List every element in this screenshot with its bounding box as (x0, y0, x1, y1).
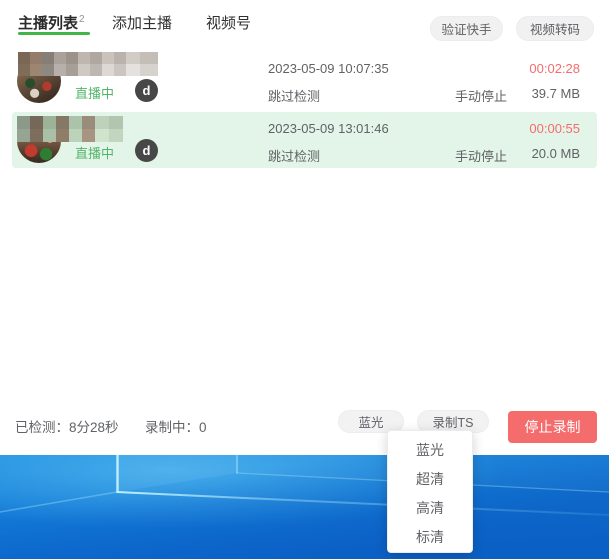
censored-streamer-name (18, 52, 158, 76)
platform-d-icon[interactable]: d (135, 139, 158, 162)
tab-add-streamer[interactable]: 添加主播 (112, 12, 172, 33)
active-tab-underline (18, 32, 90, 35)
tab-add-streamer-label: 添加主播 (112, 15, 172, 32)
tab-count-badge: 2 (79, 14, 85, 25)
detected-time-status: 已检测：8分28秒 (15, 416, 119, 436)
dropdown-item-blu-ray[interactable]: 蓝光 (388, 435, 472, 464)
record-start-time: 2023-05-09 10:07:35 (268, 61, 389, 76)
file-size-label: 20.0 MB (532, 146, 580, 161)
screen: 主播列表2 添加主播 视频号 验证快手 视频转码 直播中 d 2023-05-0… (0, 0, 609, 559)
record-start-time: 2023-05-09 13:01:46 (268, 121, 389, 136)
quality-dropdown-menu: 蓝光 超清 高清 标清 (387, 430, 473, 553)
stop-recording-button[interactable]: 停止录制 (508, 411, 597, 443)
dropdown-item-standard-def[interactable]: 标清 (388, 522, 472, 551)
file-size-label: 39.7 MB (532, 86, 580, 101)
tab-video-account[interactable]: 视频号 (206, 12, 251, 33)
record-duration: 00:00:55 (529, 121, 580, 136)
censored-streamer-name (17, 116, 123, 142)
manual-stop-label[interactable]: 手动停止 (455, 86, 507, 105)
dropdown-item-high-def[interactable]: 高清 (388, 493, 472, 522)
tab-streamer-list-label: 主播列表 (18, 15, 78, 32)
record-duration: 00:02:28 (529, 61, 580, 76)
skip-detection-label[interactable]: 跳过检测 (268, 86, 320, 105)
dropdown-item-ultra-hd[interactable]: 超清 (388, 464, 472, 493)
streamer-row-1[interactable]: 直播中 d 2023-05-09 10:07:35 00:02:28 跳过检测 … (12, 52, 597, 108)
tab-video-account-label: 视频号 (206, 15, 251, 32)
platform-d-icon[interactable]: d (135, 79, 158, 102)
verify-kuaishou-button[interactable]: 验证快手 (430, 16, 503, 41)
video-transcode-button[interactable]: 视频转码 (516, 16, 594, 41)
skip-detection-label[interactable]: 跳过检测 (268, 146, 320, 165)
live-status-label: 直播中 (75, 83, 114, 102)
live-status-label: 直播中 (75, 143, 114, 162)
windows-desktop-wallpaper (0, 455, 609, 559)
recording-count-status: 录制中：0 (145, 416, 207, 436)
recorder-app-window: 主播列表2 添加主播 视频号 验证快手 视频转码 直播中 d 2023-05-0… (0, 0, 609, 455)
manual-stop-label[interactable]: 手动停止 (455, 146, 507, 165)
streamer-row-2[interactable]: 直播中 d 2023-05-09 13:01:46 00:00:55 跳过检测 … (12, 112, 597, 168)
tab-streamer-list[interactable]: 主播列表2 (18, 12, 85, 33)
